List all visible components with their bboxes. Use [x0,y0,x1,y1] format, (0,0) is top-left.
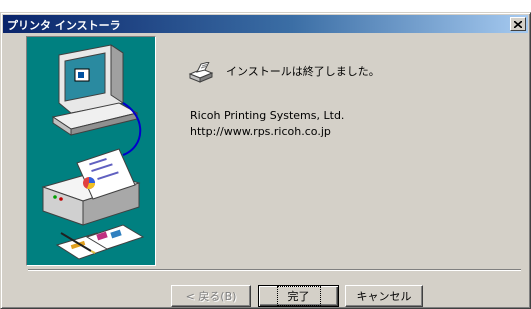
close-button[interactable] [510,17,526,31]
finish-button[interactable]: 完了 [258,285,339,307]
back-button[interactable]: < 戻る(B) [171,285,251,307]
finish-button-label: 完了 [276,286,321,306]
completion-message: インストールは終了しました。 [226,65,380,78]
close-icon [514,20,522,28]
company-name: Ricoh Printing Systems, Ltd. [190,109,345,122]
separator-line [28,269,521,271]
installer-illustration [26,36,156,266]
window-title: プリンタ インストーラ [7,19,121,32]
cancel-button[interactable]: キャンセル [345,285,423,307]
computer-printer-illustration [41,44,145,260]
title-bar[interactable]: プリンタ インストーラ [3,15,528,33]
printer-setup-icon [188,62,214,83]
company-url: http://www.rps.ricoh.co.jp [190,125,331,138]
